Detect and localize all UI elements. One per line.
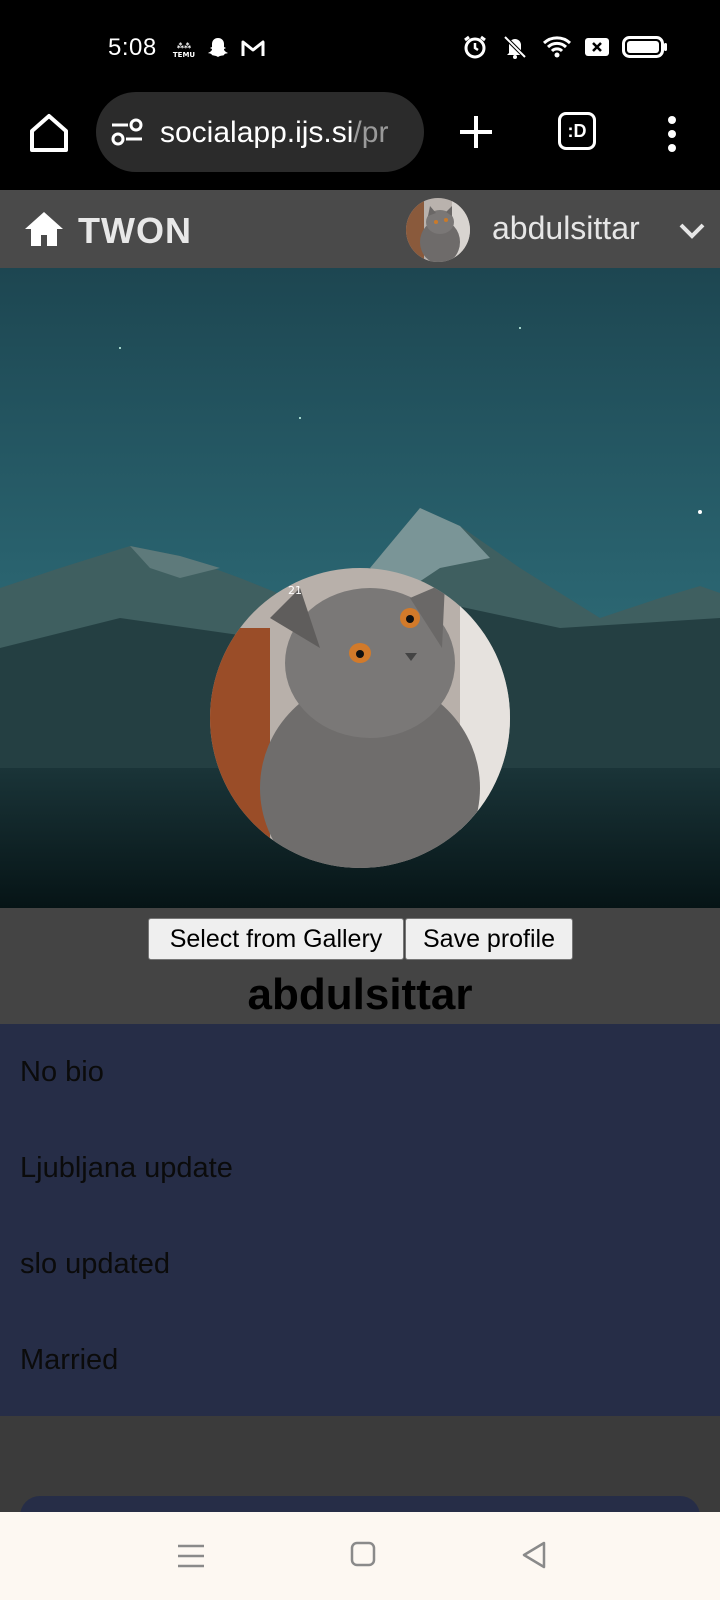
new-tab-icon[interactable] xyxy=(456,112,496,152)
status-left-icons: ⁂⁂ TEMU xyxy=(172,36,266,65)
info-city: Ljubljana update xyxy=(20,1152,233,1184)
info-country: slo updated xyxy=(20,1248,170,1280)
overflow-menu-icon[interactable] xyxy=(662,114,682,154)
profile-info: No bio Ljubljana update slo updated Marr… xyxy=(0,1024,720,1416)
brand-title[interactable]: TWON xyxy=(78,210,192,252)
info-relationship: Married xyxy=(20,1344,119,1376)
battery-icon xyxy=(622,35,668,64)
status-bar: 5:08 ⁂⁂ TEMU xyxy=(0,0,720,92)
system-nav-bar xyxy=(0,1512,720,1600)
snapchat-icon xyxy=(206,36,230,65)
tab-switcher-button[interactable]: :D xyxy=(558,112,596,150)
url-path: /pr xyxy=(353,116,389,149)
gmail-icon xyxy=(240,37,266,64)
home-icon[interactable] xyxy=(24,210,64,248)
svg-text:⁂⁂: ⁂⁂ xyxy=(177,41,192,50)
chevron-down-icon[interactable] xyxy=(676,214,708,246)
browser-home-icon[interactable] xyxy=(26,110,72,156)
nav-home-icon[interactable] xyxy=(350,1540,376,1568)
url-bar[interactable]: socialapp.ijs.si/pr xyxy=(96,92,424,172)
avatar[interactable] xyxy=(406,198,470,262)
svg-text:TEMU: TEMU xyxy=(173,51,196,59)
recent-apps-icon[interactable] xyxy=(176,1542,206,1570)
back-icon[interactable] xyxy=(520,1540,548,1570)
mute-icon xyxy=(500,34,530,65)
svg-text:21: 21 xyxy=(288,584,302,597)
site-settings-icon[interactable] xyxy=(110,116,144,148)
status-right-icons xyxy=(462,34,668,65)
alarm-icon xyxy=(462,34,488,65)
sim-off-icon xyxy=(584,36,610,63)
profile-photo[interactable]: 21 xyxy=(210,568,510,868)
select-from-gallery-button[interactable]: Select from Gallery xyxy=(148,918,404,960)
wifi-icon xyxy=(542,35,572,64)
url-text[interactable]: socialapp.ijs.si/pr xyxy=(160,116,388,150)
save-profile-button[interactable]: Save profile xyxy=(405,918,573,960)
profile-name: abdulsittar xyxy=(247,970,473,1019)
url-domain: socialapp.ijs.si xyxy=(160,116,354,149)
profile-band: Select from Gallery Save profile abdulsi… xyxy=(0,908,720,1024)
cover-image: 21 xyxy=(0,268,720,908)
header-username[interactable]: abdulsittar xyxy=(492,210,640,247)
screen: 5:08 ⁂⁂ TEMU socialapp.ijs.si/pr:D TWON… xyxy=(0,0,720,1600)
info-bio: No bio xyxy=(20,1056,104,1088)
status-time: 5:08 xyxy=(108,34,157,61)
app-header: TWON abdulsittar xyxy=(0,190,720,268)
temu-icon: ⁂⁂ TEMU xyxy=(172,40,196,62)
browser-toolbar: socialapp.ijs.si/pr :D xyxy=(0,92,720,192)
